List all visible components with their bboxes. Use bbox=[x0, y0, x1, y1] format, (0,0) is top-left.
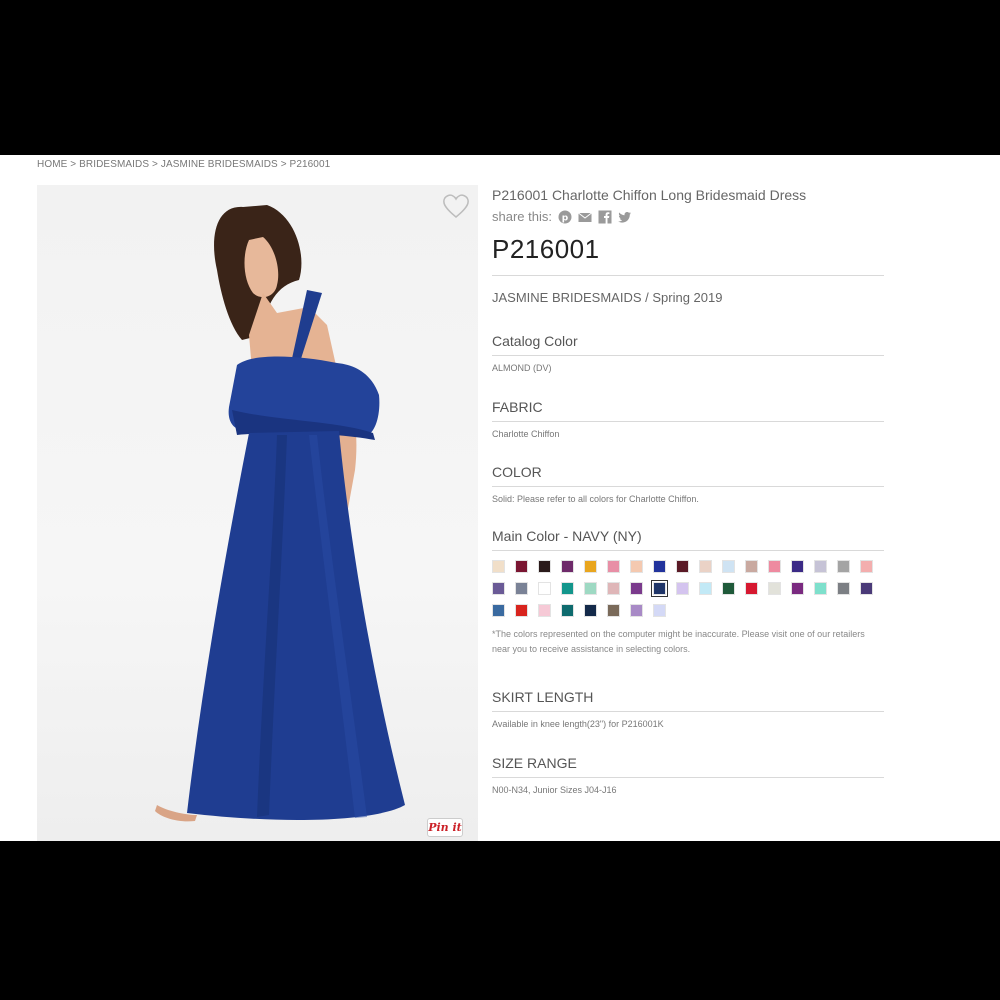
breadcrumb-current: P216001 bbox=[289, 159, 331, 170]
color-swatch[interactable] bbox=[814, 560, 827, 573]
color-swatch[interactable] bbox=[630, 560, 643, 573]
skirt-length-value: Available in knee length(23") for P21600… bbox=[492, 719, 664, 729]
color-swatch[interactable] bbox=[584, 582, 597, 595]
breadcrumb-collection[interactable]: JASMINE BRIDESMAIDS bbox=[161, 159, 278, 170]
model-illustration bbox=[155, 205, 405, 822]
color-swatch[interactable] bbox=[515, 560, 528, 573]
color-swatch[interactable] bbox=[791, 560, 804, 573]
share-label: share this: bbox=[492, 209, 552, 224]
color-swatch[interactable] bbox=[492, 560, 505, 573]
divider bbox=[492, 275, 884, 276]
size-range-heading: SIZE RANGE bbox=[492, 755, 884, 778]
color-swatch[interactable] bbox=[676, 560, 689, 573]
color-swatch[interactable] bbox=[515, 582, 528, 595]
color-value: Solid: Please refer to all colors for Ch… bbox=[492, 494, 699, 504]
pinterest-icon[interactable]: p bbox=[558, 210, 572, 224]
color-swatch[interactable] bbox=[768, 582, 781, 595]
share-bar: share this: p bbox=[492, 209, 884, 224]
skirt-length-heading: SKIRT LENGTH bbox=[492, 689, 884, 712]
color-swatch-grid bbox=[492, 560, 884, 617]
color-swatch[interactable] bbox=[515, 604, 528, 617]
email-icon[interactable] bbox=[578, 210, 592, 224]
svg-text:p: p bbox=[562, 213, 569, 223]
color-heading: COLOR bbox=[492, 464, 884, 487]
product-sku: P216001 bbox=[492, 234, 600, 264]
color-swatch[interactable] bbox=[768, 560, 781, 573]
color-swatch[interactable] bbox=[492, 604, 505, 617]
color-swatch[interactable] bbox=[538, 604, 551, 617]
color-swatch[interactable] bbox=[561, 582, 574, 595]
color-swatch[interactable] bbox=[653, 560, 666, 573]
breadcrumb: HOME > BRIDESMAIDS > JASMINE BRIDESMAIDS… bbox=[37, 159, 330, 170]
color-swatch[interactable] bbox=[561, 604, 574, 617]
facebook-icon[interactable] bbox=[598, 210, 612, 224]
breadcrumb-bridesmaids[interactable]: BRIDESMAIDS bbox=[79, 159, 149, 170]
color-swatch[interactable] bbox=[538, 582, 551, 595]
color-swatch[interactable] bbox=[699, 560, 712, 573]
product-title: P216001 Charlotte Chiffon Long Bridesmai… bbox=[492, 187, 807, 203]
twitter-icon[interactable] bbox=[618, 210, 632, 224]
color-swatch[interactable] bbox=[699, 582, 712, 595]
product-info: P216001 Charlotte Chiffon Long Bridesmai… bbox=[492, 185, 884, 795]
fabric-heading: FABRIC bbox=[492, 399, 884, 422]
color-swatch[interactable] bbox=[538, 560, 551, 573]
catalog-color-value: ALMOND (DV) bbox=[492, 363, 552, 373]
skirt-length-section: SKIRT LENGTH Available in knee length(23… bbox=[492, 689, 884, 729]
product-page: HOME > BRIDESMAIDS > JASMINE BRIDESMAIDS… bbox=[0, 155, 1000, 841]
color-section: COLOR Solid: Please refer to all colors … bbox=[492, 464, 884, 504]
product-image[interactable]: Pin it bbox=[37, 185, 478, 841]
color-swatch[interactable] bbox=[837, 560, 850, 573]
color-swatch[interactable] bbox=[722, 582, 735, 595]
color-swatch[interactable] bbox=[791, 582, 804, 595]
color-swatch[interactable] bbox=[814, 582, 827, 595]
color-disclaimer: *The colors represented on the computer … bbox=[492, 629, 865, 654]
size-range-section: SIZE RANGE N00-N34, Junior Sizes J04-J16 bbox=[492, 755, 884, 795]
breadcrumb-separator: > bbox=[280, 159, 287, 170]
color-swatch[interactable] bbox=[745, 560, 758, 573]
breadcrumb-home[interactable]: HOME bbox=[37, 159, 67, 170]
breadcrumb-separator: > bbox=[152, 159, 158, 170]
catalog-color-section: Catalog Color ALMOND (DV) bbox=[492, 333, 884, 373]
color-swatch[interactable] bbox=[630, 604, 643, 617]
main-color-heading: Main Color - NAVY (NY) bbox=[492, 528, 884, 551]
color-swatch[interactable] bbox=[837, 582, 850, 595]
fabric-value: Charlotte Chiffon bbox=[492, 429, 560, 439]
size-range-value: N00-N34, Junior Sizes J04-J16 bbox=[492, 785, 617, 795]
pinterest-pin-button[interactable]: Pin it bbox=[427, 818, 463, 837]
color-swatch[interactable] bbox=[561, 560, 574, 573]
color-swatch[interactable] bbox=[651, 580, 668, 597]
catalog-color-heading: Catalog Color bbox=[492, 333, 884, 356]
color-swatch[interactable] bbox=[722, 560, 735, 573]
color-swatch[interactable] bbox=[630, 582, 643, 595]
color-swatch[interactable] bbox=[653, 604, 666, 617]
color-swatch[interactable] bbox=[584, 560, 597, 573]
color-swatch[interactable] bbox=[607, 560, 620, 573]
color-swatch[interactable] bbox=[676, 582, 689, 595]
color-swatch[interactable] bbox=[745, 582, 758, 595]
color-swatch[interactable] bbox=[584, 604, 597, 617]
collection-line: JASMINE BRIDESMAIDS / Spring 2019 bbox=[492, 290, 723, 305]
color-swatch[interactable] bbox=[607, 604, 620, 617]
fabric-section: FABRIC Charlotte Chiffon bbox=[492, 399, 884, 439]
color-swatch[interactable] bbox=[860, 560, 873, 573]
breadcrumb-separator: > bbox=[70, 159, 77, 170]
heart-icon[interactable] bbox=[442, 193, 470, 219]
color-swatch[interactable] bbox=[492, 582, 505, 595]
main-color-section: Main Color - NAVY (NY) *The colors repre… bbox=[492, 528, 884, 657]
color-swatch[interactable] bbox=[860, 582, 873, 595]
color-swatch[interactable] bbox=[607, 582, 620, 595]
